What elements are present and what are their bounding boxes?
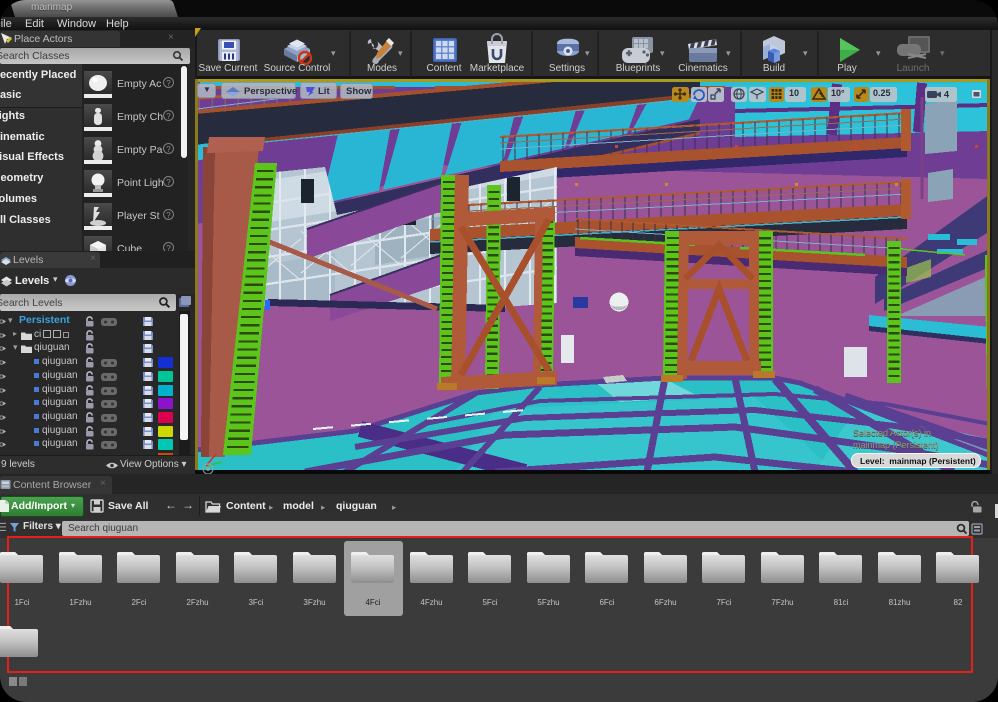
svg-text:4: 4 xyxy=(944,90,949,100)
